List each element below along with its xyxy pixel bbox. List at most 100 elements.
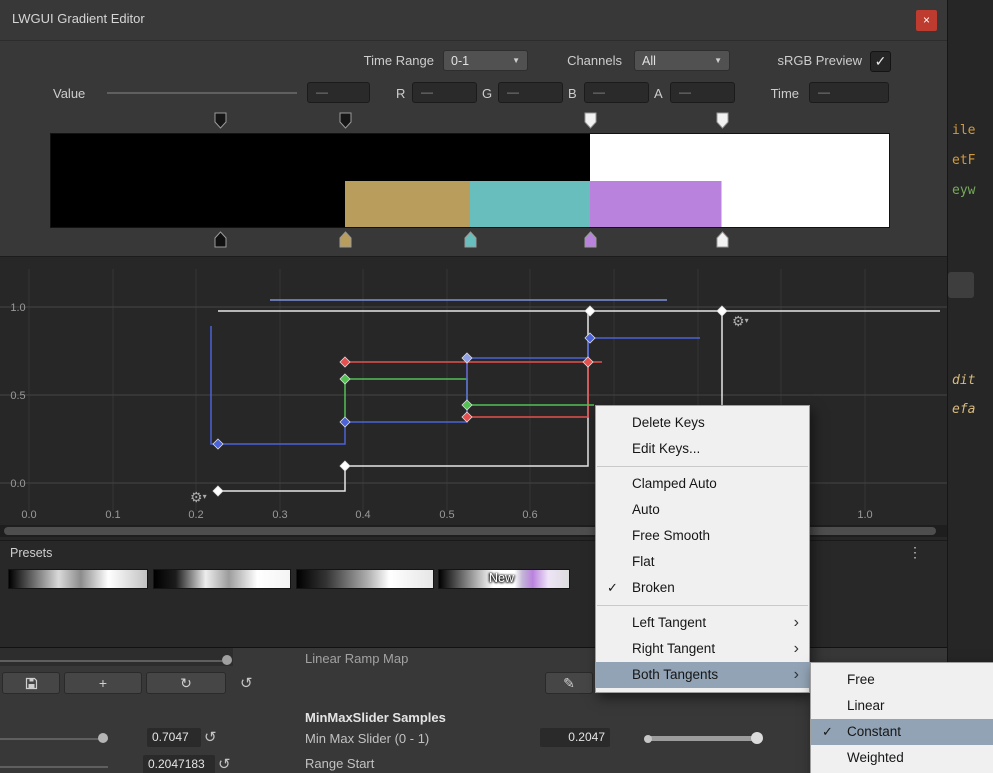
curve-key[interactable] (340, 461, 350, 471)
menu-item-label: Constant (847, 724, 901, 739)
color-key-marker[interactable] (339, 231, 352, 248)
y-axis-tick-label: 1.0 (10, 302, 25, 314)
time-field[interactable]: — (809, 82, 889, 103)
check-icon: ✓ (607, 575, 618, 601)
menu-item-edit-keys[interactable]: Edit Keys... (596, 436, 809, 462)
background-code-editor: ileetFeywditefa (947, 0, 993, 773)
preset-swatch[interactable] (8, 569, 148, 589)
b-field[interactable]: — (584, 82, 649, 103)
minmax-range-fill[interactable] (648, 736, 754, 741)
color-key-marker[interactable] (214, 231, 227, 248)
code-text: efa (952, 402, 975, 417)
kebab-menu-icon[interactable]: ⋮ (908, 544, 922, 561)
field-empty-value: — (593, 85, 605, 99)
color-key-marker[interactable] (464, 231, 477, 248)
curve-key[interactable] (213, 486, 223, 496)
alpha-key-marker[interactable] (716, 112, 729, 129)
menu-item-label: Linear (847, 698, 885, 713)
menu-item-flat[interactable]: Flat (596, 549, 809, 575)
check-icon: ✓ (822, 719, 833, 745)
minmax-handle-max[interactable] (751, 732, 763, 744)
value-label: Value (53, 86, 95, 101)
srgb-preview-checkbox[interactable]: ✓ (870, 51, 891, 72)
channels-dropdown[interactable]: All ▼ (634, 50, 730, 71)
save-button[interactable] (2, 672, 60, 694)
mini-slider[interactable] (0, 660, 222, 662)
range-start-slider[interactable] (0, 766, 108, 768)
chevron-down-icon: ▼ (512, 56, 520, 65)
submenu-item-linear[interactable]: Linear (811, 693, 993, 719)
time-range-dropdown[interactable]: 0-1 ▼ (443, 50, 528, 71)
close-button[interactable]: × (916, 10, 937, 31)
y-axis-tick-label: 0.5 (10, 390, 25, 402)
curve-key[interactable] (340, 374, 350, 384)
value-field[interactable]: — (307, 82, 370, 103)
undo-button[interactable]: ↺ (218, 755, 231, 773)
g-field[interactable]: — (498, 82, 563, 103)
curve-key[interactable] (462, 412, 472, 422)
curve-white-step[interactable] (218, 311, 588, 491)
save-icon (25, 677, 38, 690)
menu-item-right-tangent[interactable]: Right Tangent› (596, 636, 809, 662)
curve-key[interactable] (340, 417, 350, 427)
preset-new-label[interactable]: New (489, 571, 514, 585)
plus-icon: + (99, 675, 107, 691)
menu-item-delete-keys[interactable]: Delete Keys (596, 410, 809, 436)
field-value: 0.2047 (568, 730, 605, 744)
a-field[interactable]: — (670, 82, 735, 103)
undo-button[interactable]: ↺ (240, 674, 253, 692)
screen: LWGUI Gradient Editor × Time Range 0-1 ▼… (0, 0, 993, 773)
curve-key[interactable] (213, 439, 223, 449)
alpha-key-marker[interactable] (339, 112, 352, 129)
menu-item-left-tangent[interactable]: Left Tangent› (596, 610, 809, 636)
menu-item-auto[interactable]: Auto (596, 497, 809, 523)
title-bar[interactable]: LWGUI Gradient Editor × (0, 0, 947, 41)
undo-button[interactable]: ↺ (204, 728, 217, 746)
menu-item-label: Auto (632, 502, 660, 517)
curve-key[interactable] (585, 333, 595, 343)
x-axis-tick-label: 0.4 (355, 509, 370, 521)
minmax-handle-min[interactable] (644, 735, 652, 743)
add-button[interactable]: + (64, 672, 142, 694)
value-slider[interactable] (107, 92, 297, 94)
r-field[interactable]: — (412, 82, 477, 103)
refresh-button[interactable]: ↻ (146, 672, 226, 694)
gradient-preview[interactable] (50, 133, 890, 228)
code-scrollbar-block (948, 272, 974, 298)
mini-slider-handle[interactable] (222, 655, 232, 665)
field-value: 0.2047183 (148, 757, 205, 771)
sample-value-field[interactable]: 0.7047 (147, 728, 201, 747)
preset-swatch[interactable] (153, 569, 291, 589)
color-key-marker[interactable] (584, 231, 597, 248)
curve-options-gear-icon[interactable]: ⚙▾ (190, 489, 207, 507)
channels-value: All (642, 54, 656, 68)
sample-slider-handle[interactable] (98, 733, 108, 743)
menu-item-label: Broken (632, 580, 675, 595)
menu-item-label: Right Tangent (632, 641, 715, 656)
submenu-item-weighted[interactable]: Weighted (811, 745, 993, 771)
close-icon: × (923, 13, 930, 27)
alpha-key-marker[interactable] (214, 112, 227, 129)
menu-item-both-tangents[interactable]: Both Tangents› (596, 662, 809, 688)
sample-slider[interactable] (0, 738, 108, 740)
color-key-marker[interactable] (716, 231, 729, 248)
edit-button[interactable]: ✎ (545, 672, 593, 694)
curve-key[interactable] (340, 357, 350, 367)
minmax-value-field[interactable]: 0.2047 (540, 728, 610, 747)
preset-swatch[interactable] (296, 569, 434, 589)
menu-item-broken[interactable]: ✓ Broken (596, 575, 809, 601)
x-axis-tick-label: 0.1 (105, 509, 120, 521)
color-markers-row (0, 231, 947, 248)
curve-options-gear-icon[interactable]: ⚙▾ (732, 313, 749, 331)
submenu-item-free[interactable]: Free (811, 667, 993, 693)
alpha-markers-row (0, 112, 947, 129)
g-label: G (482, 86, 492, 101)
submenu-arrow-icon: › (794, 662, 799, 687)
curve-key[interactable] (462, 400, 472, 410)
range-start-field[interactable]: 0.2047183 (143, 755, 215, 773)
alpha-key-marker[interactable] (584, 112, 597, 129)
submenu-item-constant[interactable]: ✓ Constant (811, 719, 993, 745)
menu-item-free-smooth[interactable]: Free Smooth (596, 523, 809, 549)
curve-red[interactable] (345, 362, 602, 417)
menu-item-clamped-auto[interactable]: Clamped Auto (596, 471, 809, 497)
